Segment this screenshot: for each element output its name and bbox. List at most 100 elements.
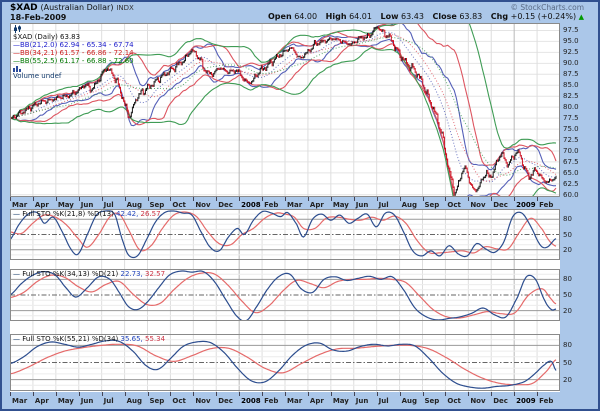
open-value: 64.00: [294, 12, 317, 21]
month-tick: [56, 197, 57, 201]
month-tick: [239, 392, 240, 396]
price-axis-label: 82.5: [563, 92, 579, 100]
legend-price-row: $XAD (Daily) 63.83: [13, 25, 134, 41]
month-tick: [170, 392, 171, 396]
month-tick: [79, 197, 80, 201]
copyright-text: © StockCharts.com: [510, 3, 584, 12]
line-sample-icon: —: [13, 270, 20, 278]
stoch-axis-label: 20: [563, 307, 572, 315]
month-tick: [400, 197, 401, 201]
stoch-axis-label: 50: [563, 359, 572, 367]
price-axis-label: 67.5: [563, 158, 579, 166]
price-axis-label: 60.0: [563, 191, 579, 199]
month-label: May: [58, 397, 74, 405]
stoch3-k-value: 35.65,: [121, 335, 143, 343]
symbol-ticker: $XAD: [10, 3, 38, 13]
line-sample-icon: —: [13, 335, 20, 343]
month-label: Sep: [425, 397, 440, 405]
month-tick: [400, 392, 401, 396]
month-tick: [354, 392, 355, 396]
month-tick: [445, 392, 446, 396]
price-axis-label: 72.5: [563, 136, 579, 144]
month-label: Jul: [104, 201, 114, 209]
month-label: Mar: [287, 201, 302, 209]
symbol-exchange: INDX: [116, 4, 134, 12]
month-label: Dec: [218, 201, 233, 209]
month-tick: [79, 392, 80, 396]
month-label: Sep: [425, 201, 440, 209]
month-label: 2009: [516, 397, 535, 405]
stoch-axis-label: 50: [563, 291, 572, 299]
month-label: Mar: [12, 397, 27, 405]
stoch2-d-value: 32.57: [145, 270, 165, 278]
month-label: Apr: [310, 201, 324, 209]
month-tick: [33, 197, 34, 201]
month-label: 2009: [516, 201, 535, 209]
stoch-axis-label: 50: [563, 231, 572, 239]
month-tick: [216, 392, 217, 396]
stockcharts-chart-image: $XAD (Australian Dollar) INDX 18-Feb-200…: [0, 0, 600, 411]
month-label: May: [333, 397, 349, 405]
stoch-axis-label: 20: [563, 376, 572, 384]
month-label: Jun: [356, 201, 369, 209]
month-tick: [468, 197, 469, 201]
stoch1-legend: — Full STO %K(21,8) %D(13) 42.42, 26.57: [13, 210, 161, 218]
month-label: Dec: [218, 397, 233, 405]
month-tick: [285, 392, 286, 396]
month-label: Apr: [35, 201, 49, 209]
price-axis-label: 92.5: [563, 48, 579, 56]
price-axis-label: 75.0: [563, 125, 579, 133]
month-label: Jul: [104, 397, 114, 405]
month-tick: [193, 197, 194, 201]
month-tick: [537, 197, 538, 201]
stoch3-d-value: 55.34: [145, 335, 165, 343]
month-tick: [33, 392, 34, 396]
legend-volume-label: Volume undef: [13, 72, 61, 80]
low-value: 63.43: [401, 12, 424, 21]
month-label: May: [58, 201, 74, 209]
candlestick-icon: [13, 25, 22, 33]
month-tick: [262, 197, 263, 201]
stoch3-label: Full STO %K(55,21) %D(34): [22, 335, 118, 343]
month-label: Jun: [356, 397, 369, 405]
month-tick: [514, 197, 515, 201]
high-value: 64.01: [349, 12, 372, 21]
line-sample-icon: —: [13, 49, 20, 57]
month-label: Jun: [81, 397, 94, 405]
month-label: Mar: [287, 397, 302, 405]
stoch-axis-label: 80: [563, 215, 572, 223]
month-label: Feb: [539, 201, 553, 209]
stoch2-k-value: 22.73,: [121, 270, 143, 278]
month-tick: [102, 197, 103, 201]
month-label: Jul: [379, 201, 389, 209]
price-axis-label: 85.0: [563, 81, 579, 89]
month-tick: [491, 197, 492, 201]
line-sample-icon: —: [13, 210, 20, 218]
price-axis-label: 95.0: [563, 37, 579, 45]
price-axis-label: 90.0: [563, 59, 579, 67]
close-value: 63.83: [459, 12, 482, 21]
month-label: Feb: [264, 397, 278, 405]
month-tick: [193, 392, 194, 396]
month-tick: [10, 392, 11, 396]
stoch2-legend: — Full STO %K(34,13) %D(21) 22.73, 32.57: [13, 270, 165, 278]
month-label: Feb: [539, 397, 553, 405]
price-axis-label: 97.5: [563, 26, 579, 34]
month-tick: [537, 392, 538, 396]
month-tick: [125, 197, 126, 201]
month-label: 2008: [241, 201, 260, 209]
month-label: Dec: [493, 397, 508, 405]
month-tick: [102, 392, 103, 396]
line-sample-icon: —: [13, 41, 20, 49]
month-label: Dec: [493, 201, 508, 209]
month-tick: [377, 392, 378, 396]
stochastic-panels-canvas: [10, 209, 560, 392]
legend-price-label: $XAD (Daily) 63.83: [13, 33, 80, 41]
month-tick: [423, 392, 424, 396]
month-label: Aug: [402, 397, 417, 405]
stoch1-label: Full STO %K(21,8) %D(13): [22, 210, 114, 218]
month-tick: [491, 392, 492, 396]
month-tick: [308, 197, 309, 201]
month-label: Nov: [195, 201, 210, 209]
month-tick: [423, 197, 424, 201]
